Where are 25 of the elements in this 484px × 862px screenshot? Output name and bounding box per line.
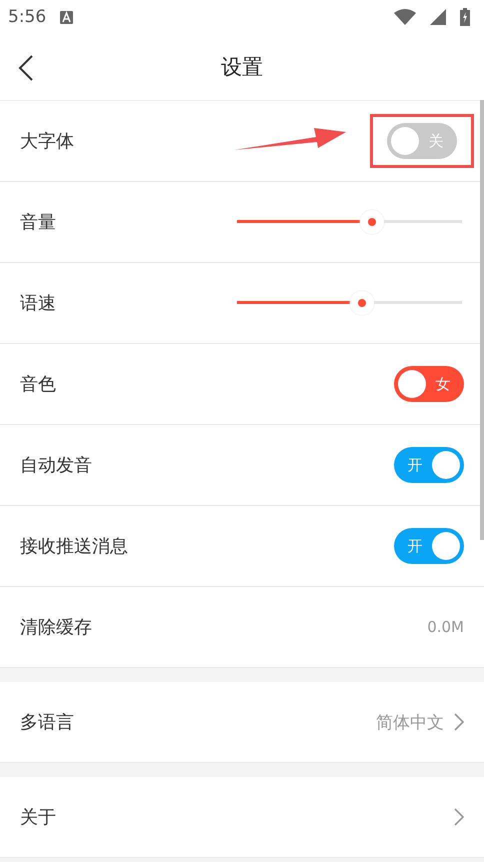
setting-label: 多语言: [20, 711, 75, 734]
settings-row[interactable]: 多语言 简体中文: [0, 682, 484, 763]
cache-size: 0.0M: [427, 618, 464, 636]
signal-icon: [430, 9, 446, 25]
chevron-right-icon: [454, 808, 464, 826]
page-title: 设置: [221, 54, 263, 81]
wifi-icon: [394, 9, 416, 25]
status-time: 5:56: [8, 7, 46, 27]
setting-label: 大字体: [20, 130, 75, 153]
slider[interactable]: [237, 209, 462, 235]
battery-icon: [460, 8, 470, 26]
slider[interactable]: [237, 290, 462, 316]
current-value: 简体中文: [376, 712, 444, 734]
settings-row[interactable]: 关于: [0, 777, 484, 858]
setting-label: 音色: [20, 373, 57, 396]
settings-row[interactable]: 接收推送消息 开: [0, 506, 484, 587]
setting-label: 语速: [20, 292, 57, 315]
settings-row[interactable]: 清除缓存 0.0M: [0, 587, 484, 668]
chevron-right-icon: [454, 713, 464, 731]
setting-label: 音量: [20, 211, 57, 234]
setting-label: 自动发音: [20, 454, 93, 477]
setting-label: 关于: [20, 806, 57, 829]
setting-label: 接收推送消息: [20, 535, 129, 558]
setting-label: 清除缓存: [20, 616, 93, 639]
notification-icon: [60, 10, 74, 24]
